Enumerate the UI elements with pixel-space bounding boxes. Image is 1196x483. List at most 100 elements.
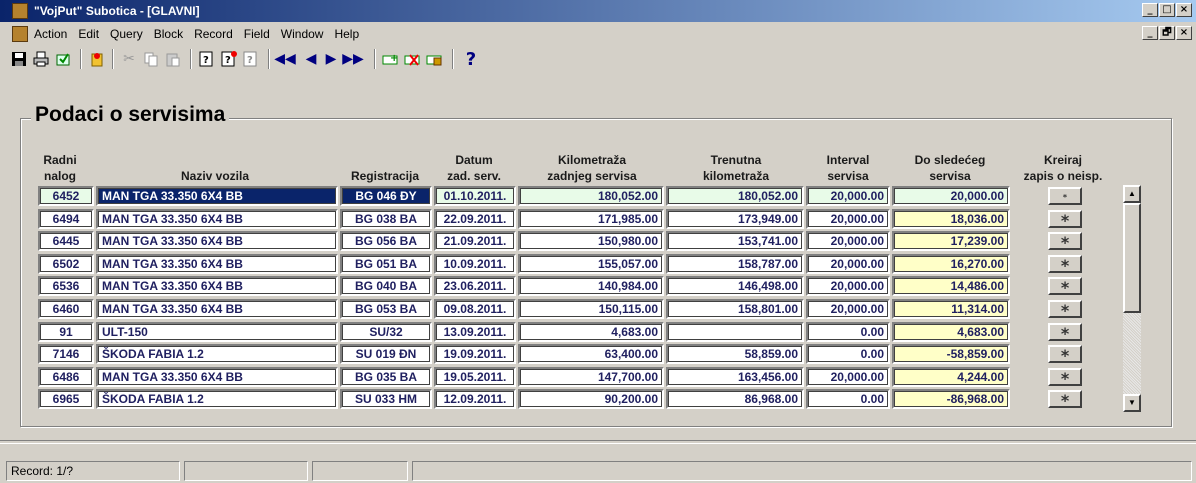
cell-do-sledeceg[interactable]: 17,239.00 (892, 231, 1010, 252)
mdi-close-button[interactable]: × (1176, 26, 1192, 40)
create-defect-record-button[interactable]: * (1048, 390, 1082, 410)
cell-trenutna-km[interactable]: 153,741.00 (666, 231, 804, 252)
cell-do-sledeceg[interactable]: 4,683.00 (892, 321, 1010, 342)
cut-icon[interactable]: ✂ (120, 50, 138, 68)
exit-icon[interactable] (54, 50, 72, 68)
cell-interval[interactable]: 20,000.00 (806, 186, 890, 206)
menu-action[interactable]: Action (34, 27, 67, 41)
menu-field[interactable]: Field (244, 27, 270, 41)
cell-interval[interactable]: 20,000.00 (806, 253, 890, 274)
cell-do-sledeceg[interactable]: 20,000.00 (892, 186, 1010, 206)
create-defect-record-button[interactable]: * (1048, 187, 1082, 205)
cell-registracija[interactable]: BG 040 BA (340, 276, 432, 297)
cell-km-zadnjeg[interactable]: 180,052.00 (518, 186, 664, 206)
cell-radni-nalog[interactable]: 6445 (38, 231, 94, 252)
enter-query-icon[interactable] (88, 50, 106, 68)
cell-km-zadnjeg[interactable]: 4,683.00 (518, 321, 664, 342)
cell-naziv-vozila[interactable]: ŠKODA FABIA 1.2 (96, 389, 338, 410)
cell-radni-nalog[interactable]: 6452 (38, 186, 94, 206)
create-defect-record-button[interactable]: * (1048, 322, 1082, 342)
execute-query-icon[interactable]: ? (220, 50, 238, 68)
cell-trenutna-km[interactable]: 86,968.00 (666, 389, 804, 410)
first-record-icon[interactable]: ◀◀ (274, 50, 296, 68)
menu-window[interactable]: Window (281, 27, 324, 41)
cell-datum[interactable]: 09.08.2011. (434, 299, 516, 319)
cell-trenutna-km[interactable]: 180,052.00 (666, 186, 804, 206)
cell-naziv-vozila[interactable]: MAN TGA 33.350 6X4 BB (96, 366, 338, 387)
mdi-minimize-button[interactable]: _ (1142, 26, 1158, 40)
cell-registracija[interactable]: BG 038 BA (340, 208, 432, 229)
create-defect-record-button[interactable]: * (1048, 300, 1082, 320)
cell-trenutna-km[interactable]: 58,859.00 (666, 344, 804, 365)
menu-help[interactable]: Help (334, 27, 359, 41)
cell-radni-nalog[interactable]: 91 (38, 321, 94, 342)
cell-naziv-vozila[interactable]: ŠKODA FABIA 1.2 (96, 344, 338, 365)
cell-naziv-vozila[interactable]: MAN TGA 33.350 6X4 BB (96, 253, 338, 274)
cell-km-zadnjeg[interactable]: 150,980.00 (518, 231, 664, 252)
cell-do-sledeceg[interactable]: 16,270.00 (892, 253, 1010, 274)
cell-do-sledeceg[interactable]: 14,486.00 (892, 276, 1010, 297)
cell-registracija[interactable]: BG 046 ĐY (340, 186, 432, 206)
create-defect-record-button[interactable]: * (1048, 345, 1082, 365)
cell-datum[interactable]: 19.05.2011. (434, 366, 516, 387)
menu-query[interactable]: Query (110, 27, 143, 41)
cell-radni-nalog[interactable]: 6965 (38, 389, 94, 410)
cell-interval[interactable]: 20,000.00 (806, 366, 890, 387)
menu-edit[interactable]: Edit (78, 27, 99, 41)
create-defect-record-button[interactable]: * (1048, 209, 1082, 229)
delete-record-icon[interactable] (404, 50, 422, 68)
cell-interval[interactable]: 20,000.00 (806, 231, 890, 252)
close-button[interactable]: × (1176, 3, 1192, 17)
cell-interval[interactable]: 20,000.00 (806, 276, 890, 297)
cell-trenutna-km[interactable]: 158,801.00 (666, 299, 804, 319)
cell-trenutna-km[interactable]: 158,787.00 (666, 253, 804, 274)
cell-interval[interactable]: 0.00 (806, 344, 890, 365)
cell-interval[interactable]: 20,000.00 (806, 299, 890, 319)
cell-datum[interactable]: 19.09.2011. (434, 344, 516, 365)
cell-interval[interactable]: 0.00 (806, 321, 890, 342)
cell-km-zadnjeg[interactable]: 63,400.00 (518, 344, 664, 365)
cell-registracija[interactable]: BG 035 BA (340, 366, 432, 387)
cell-naziv-vozila[interactable]: MAN TGA 33.350 6X4 BB (96, 299, 338, 319)
cell-registracija[interactable]: SU 019 ĐN (340, 344, 432, 365)
previous-record-icon[interactable]: ◀ (302, 50, 320, 68)
cell-registracija[interactable]: BG 051 BA (340, 253, 432, 274)
cell-naziv-vozila[interactable]: MAN TGA 33.350 6X4 BB (96, 231, 338, 252)
cell-datum[interactable]: 01.10.2011. (434, 186, 516, 206)
lock-record-icon[interactable] (426, 50, 444, 68)
cell-trenutna-km[interactable]: 173,949.00 (666, 208, 804, 229)
scroll-up-button[interactable]: ▲ (1123, 185, 1141, 203)
cell-interval[interactable]: 20,000.00 (806, 208, 890, 229)
cell-registracija[interactable]: SU 033 HM (340, 389, 432, 410)
cell-do-sledeceg[interactable]: 18,036.00 (892, 208, 1010, 229)
cell-km-zadnjeg[interactable]: 90,200.00 (518, 389, 664, 410)
scroll-down-button[interactable]: ▼ (1123, 394, 1141, 412)
cell-datum[interactable]: 21.09.2011. (434, 231, 516, 252)
cell-km-zadnjeg[interactable]: 155,057.00 (518, 253, 664, 274)
cell-do-sledeceg[interactable]: 11,314.00 (892, 299, 1010, 319)
maximize-button[interactable]: □ (1159, 3, 1175, 17)
cell-naziv-vozila[interactable]: MAN TGA 33.350 6X4 BB (96, 208, 338, 229)
cell-do-sledeceg[interactable]: -86,968.00 (892, 389, 1010, 410)
cell-radni-nalog[interactable]: 6460 (38, 299, 94, 319)
paste-icon[interactable] (164, 50, 182, 68)
cell-datum[interactable]: 12.09.2011. (434, 389, 516, 410)
save-icon[interactable] (10, 50, 28, 68)
last-record-icon[interactable]: ▶▶ (342, 50, 364, 68)
cell-radni-nalog[interactable]: 6486 (38, 366, 94, 387)
cell-interval[interactable]: 0.00 (806, 389, 890, 410)
cell-km-zadnjeg[interactable]: 150,115.00 (518, 299, 664, 319)
cell-km-zadnjeg[interactable]: 140,984.00 (518, 276, 664, 297)
cell-datum[interactable]: 22.09.2011. (434, 208, 516, 229)
cell-trenutna-km[interactable]: 146,498.00 (666, 276, 804, 297)
create-defect-record-button[interactable]: * (1048, 254, 1082, 274)
menu-block[interactable]: Block (154, 27, 183, 41)
cancel-query-icon[interactable]: ? (242, 50, 260, 68)
cell-do-sledeceg[interactable]: -58,859.00 (892, 344, 1010, 365)
query-icon[interactable]: ? (198, 50, 216, 68)
cell-radni-nalog[interactable]: 6494 (38, 208, 94, 229)
create-defect-record-button[interactable]: * (1048, 232, 1082, 252)
cell-radni-nalog[interactable]: 6536 (38, 276, 94, 297)
create-defect-record-button[interactable]: * (1048, 277, 1082, 297)
cell-radni-nalog[interactable]: 6502 (38, 253, 94, 274)
